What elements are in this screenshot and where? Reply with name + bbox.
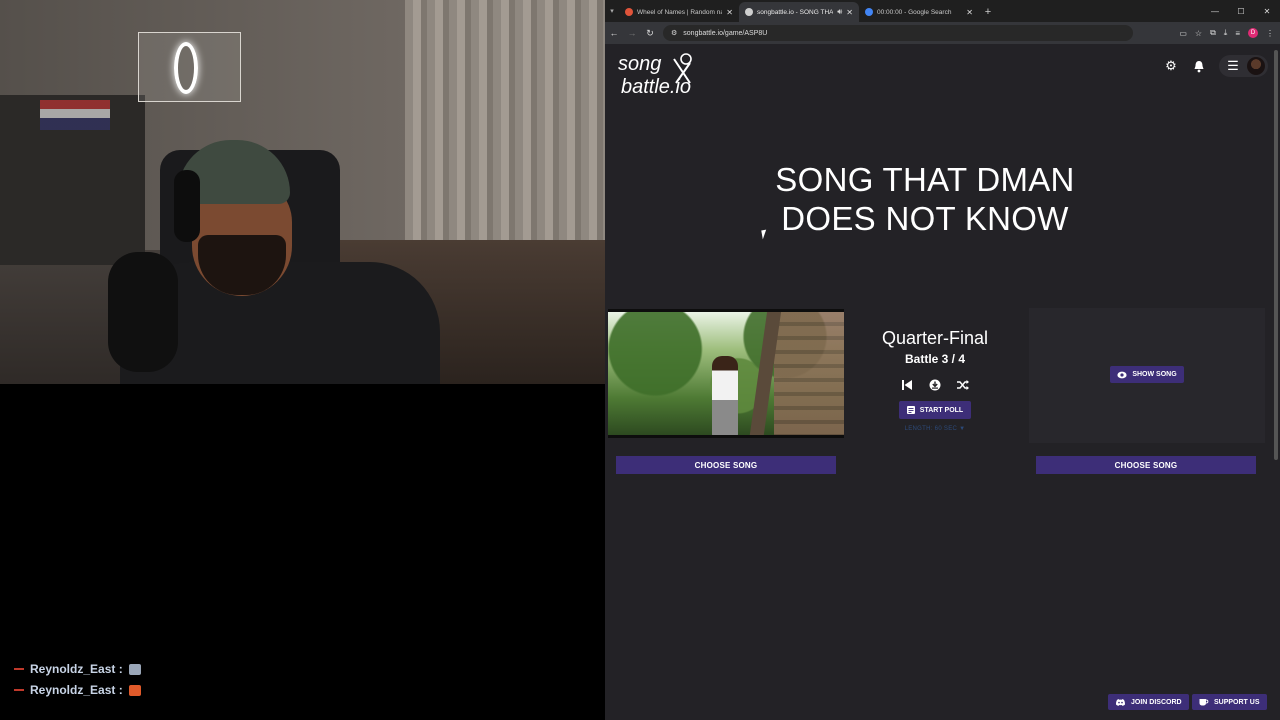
microphone xyxy=(108,252,178,372)
forward-icon[interactable]: → xyxy=(623,28,641,38)
settings-gear-icon[interactable]: ⚙ xyxy=(1163,58,1179,74)
more-menu-icon[interactable]: ⋮ xyxy=(1266,29,1274,38)
length-label: LENGTH: 60 SEC xyxy=(904,426,958,432)
battle-controls xyxy=(865,378,1005,392)
start-poll-button[interactable]: START POLL xyxy=(899,401,971,419)
header-actions: ⚙ ☰ xyxy=(1163,55,1268,77)
browser-toolbar: ← → ↻ ⚙︎ songbattle.io/game/ASP8U ▭ ☆ ⧉ … xyxy=(605,22,1280,44)
choose-song-left-button[interactable]: CHOOSE SONG xyxy=(616,456,836,474)
close-tab-icon[interactable]: ✕ xyxy=(726,8,733,17)
round-label: Quarter-Final xyxy=(881,328,989,348)
scrollbar[interactable] xyxy=(1274,50,1278,460)
tab-songbattle[interactable]: songbattle.io - SONG THAT 🔊︎ ✕ xyxy=(739,2,859,22)
download-icon[interactable]: ⤓ xyxy=(1224,28,1228,38)
toolbar-actions: ▭ ☆ ⧉ ⤓ ≡ D ⋮ xyxy=(1179,28,1280,38)
profile-avatar[interactable]: D xyxy=(1248,28,1258,38)
shuffle-icon[interactable] xyxy=(956,378,970,392)
browser-window: ▾ Wheel of Names | Random nam ✕ songbatt… xyxy=(605,0,1280,720)
logo-text-song: song xyxy=(618,53,662,75)
start-poll-label: START POLL xyxy=(919,406,964,414)
new-tab-button[interactable]: + xyxy=(979,2,997,22)
microphone-logo-icon xyxy=(673,53,692,84)
emote-icon xyxy=(128,663,141,675)
extensions-icon[interactable]: ⧉ xyxy=(1210,28,1216,38)
close-tab-icon[interactable]: ✕ xyxy=(966,8,973,17)
tab-wheel-of-names[interactable]: Wheel of Names | Random nam ✕ xyxy=(619,2,739,22)
maximize-icon[interactable]: ☐ xyxy=(1228,7,1254,16)
tab-bar: ▾ Wheel of Names | Random nam ✕ songbatt… xyxy=(605,0,1280,22)
back-icon[interactable]: ← xyxy=(605,28,623,38)
game-title: SONG THAT DMAN DOES NOT KNOW xyxy=(775,161,1075,237)
hamburger-menu-icon[interactable]: ☰ xyxy=(1225,58,1241,74)
choose-song-right-button[interactable]: CHOOSE SONG xyxy=(1036,456,1256,474)
chat-dash xyxy=(14,668,24,670)
emote-icon xyxy=(128,684,141,696)
show-song-label: SHOW SONG xyxy=(1132,371,1177,378)
logo-text-battle: battle.io xyxy=(621,76,692,98)
discord-icon xyxy=(1116,699,1125,706)
show-song-button[interactable]: SHOW SONG xyxy=(1110,366,1184,383)
dropdown-caret-icon: ▼ xyxy=(959,426,966,432)
google-favicon-icon xyxy=(865,8,873,16)
chat-panel: Reynoldz_East : Reynoldz_East : xyxy=(0,384,605,720)
battle-counter: Battle 3 / 4 xyxy=(904,352,966,366)
chat-username: Reynoldz_East : xyxy=(30,683,123,697)
previous-icon[interactable] xyxy=(900,378,914,392)
curtain xyxy=(405,0,605,245)
notification-bell-icon[interactable] xyxy=(1191,58,1207,74)
tab-search-icon[interactable]: ▾ xyxy=(605,0,619,22)
wheel-favicon-icon xyxy=(625,8,633,16)
site-logo[interactable]: song battle.io xyxy=(616,53,712,113)
tab-title: Wheel of Names | Random nam xyxy=(637,8,723,16)
support-us-label: SUPPORT US xyxy=(1214,698,1260,706)
neon-ring-light xyxy=(174,42,198,94)
song-video-thumbnail[interactable] xyxy=(608,309,844,438)
video-building xyxy=(774,312,844,435)
url-text: songbattle.io/game/ASP8U xyxy=(683,29,768,37)
close-tab-icon[interactable]: ✕ xyxy=(846,8,853,17)
user-avatar[interactable] xyxy=(1247,57,1265,75)
length-selector[interactable]: LENGTH: 60 SEC ▼ xyxy=(865,426,1005,432)
site-info-icon[interactable]: ⚙︎ xyxy=(671,29,677,37)
tab-title: songbattle.io - SONG THAT xyxy=(757,8,834,16)
cast-icon[interactable]: ▭ xyxy=(1179,29,1187,38)
join-discord-button[interactable]: JOIN DISCORD xyxy=(1108,694,1189,710)
support-us-button[interactable]: SUPPORT US xyxy=(1192,694,1267,710)
eye-icon xyxy=(1117,371,1127,378)
bookmark-star-icon[interactable]: ☆ xyxy=(1195,29,1202,38)
poll-icon xyxy=(906,406,915,414)
video-artist xyxy=(712,356,738,435)
account-menu[interactable]: ☰ xyxy=(1219,55,1268,77)
download-circle-icon[interactable] xyxy=(928,378,942,392)
webcam-feed xyxy=(0,0,605,384)
reload-icon[interactable]: ↻ xyxy=(641,28,659,39)
address-bar[interactable]: ⚙︎ songbattle.io/game/ASP8U xyxy=(663,25,1133,41)
speaker-icon[interactable]: 🔊︎ xyxy=(837,7,842,17)
minimize-icon[interactable]: — xyxy=(1202,7,1228,16)
headphones xyxy=(174,170,200,242)
shelf-items xyxy=(40,100,110,130)
media-icon[interactable]: ≡ xyxy=(1235,29,1240,38)
chat-message: Reynoldz_East : xyxy=(14,662,141,676)
chat-dash xyxy=(14,689,24,691)
chat-username: Reynoldz_East : xyxy=(30,662,123,676)
window-controls: — ☐ ✕ xyxy=(1202,0,1280,22)
close-window-icon[interactable]: ✕ xyxy=(1254,7,1280,16)
chat-message: Reynoldz_East : xyxy=(14,683,141,697)
battle-info: Quarter-Final Battle 3 / 4 START POLL LE… xyxy=(865,328,1005,432)
tab-google-search[interactable]: 00:00:00 - Google Search ✕ xyxy=(859,2,979,22)
join-discord-label: JOIN DISCORD xyxy=(1131,698,1182,706)
coffee-cup-icon xyxy=(1199,699,1209,706)
tab-title: 00:00:00 - Google Search xyxy=(877,8,952,16)
songbattle-page: song battle.io ⚙ ☰ SONG THAT DMAN DOES N… xyxy=(605,44,1280,720)
songbattle-favicon-icon xyxy=(745,8,753,16)
